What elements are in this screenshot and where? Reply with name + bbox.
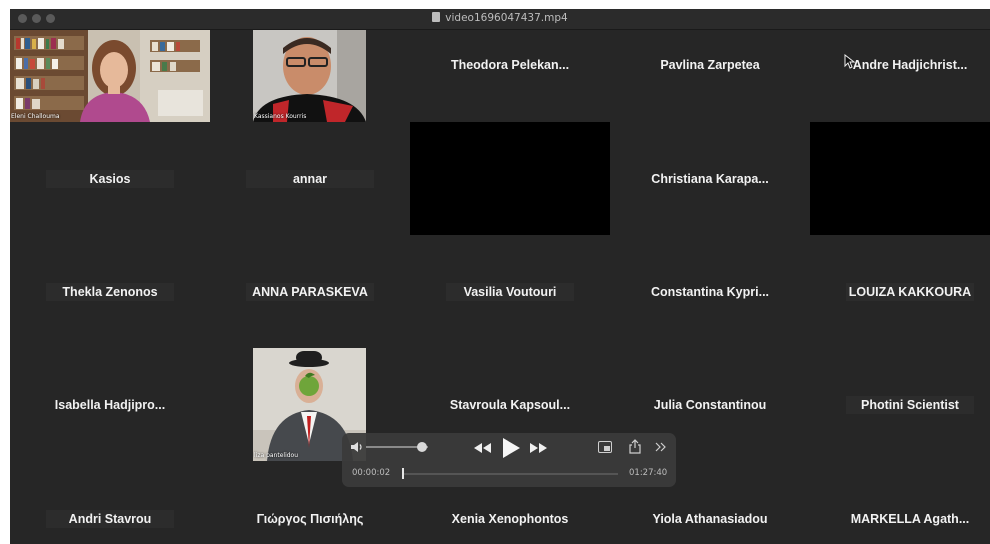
playback-controls: 00:00:02 01:27:40	[342, 433, 676, 487]
participant-video: Eleni Challouma	[10, 30, 210, 122]
participant-name: Thekla Zenonos	[62, 284, 158, 299]
participant-name: Andri Stavrou	[68, 512, 152, 526]
participant-name: Xenia Xenophontos	[451, 512, 569, 526]
participant-name: Vasilia Voutouri	[463, 284, 557, 299]
participant-name: LOUIZA KAKKOURA	[848, 284, 972, 299]
participant-tile: Photini Scientist	[810, 348, 990, 461]
participant-video-frame	[253, 30, 366, 122]
participant-tile-video-off	[810, 122, 990, 235]
participant-name: Stavroula Kapsoul...	[449, 397, 571, 412]
participant-name: Photini Scientist	[861, 397, 959, 412]
participant-name: Constantina Kypri...	[650, 284, 770, 299]
participant-video: Kassianos Kourris	[253, 30, 366, 122]
rewind-icon[interactable]	[474, 443, 492, 453]
participant-name: annar	[292, 171, 328, 186]
progress-playhead[interactable]	[402, 468, 405, 479]
participant-tile-video-off	[410, 122, 610, 235]
total-duration: 01:27:40	[629, 468, 668, 478]
participant-name: Christiana Karapa...	[651, 171, 769, 186]
participant-name: Isabella Hadjipro...	[54, 397, 166, 412]
fast-forward-icon[interactable]	[529, 443, 547, 453]
volume-slider-knob[interactable]	[416, 442, 427, 452]
participant-tile: Kasios	[10, 122, 210, 235]
participant-video-frame	[10, 30, 210, 122]
more-chevrons-icon[interactable]	[655, 442, 667, 452]
participant-tile: MARKELLA Agath...	[810, 461, 990, 544]
participant-name: Γιώργος Πισιήλης	[256, 512, 364, 526]
participant-tile: LOUIZA KAKKOURA	[810, 235, 990, 348]
participant-name: Yiola Athanasiadou	[652, 512, 768, 526]
participant-label: Eleni Challouma	[11, 113, 60, 120]
mouse-cursor-icon	[844, 54, 855, 69]
participant-name: ANNA PARASKEVA	[252, 284, 368, 299]
participant-label: Kassianos Kourris	[254, 113, 307, 120]
participant-tile: annar	[210, 122, 410, 235]
elapsed-time: 00:00:02	[352, 468, 391, 478]
participant-name: Theodora Pelekan...	[450, 58, 570, 72]
participant-tile: Christiana Karapa...	[610, 122, 810, 235]
participant-label: liza pantelidou	[254, 452, 299, 459]
participant-tile: Thekla Zenonos	[10, 235, 210, 348]
play-icon[interactable]	[501, 438, 521, 458]
picture-in-picture-icon[interactable]	[598, 441, 612, 453]
participant-name: Julia Constantinou	[653, 397, 767, 412]
volume-icon[interactable]	[350, 440, 364, 454]
window-title: video1696047437.mp4	[445, 12, 568, 24]
participant-tile: Andri Stavrou	[10, 461, 210, 544]
participant-name: Kasios	[89, 171, 131, 186]
participant-name: MARKELLA Agath...	[850, 512, 970, 526]
share-icon[interactable]	[629, 439, 641, 454]
participant-name: Andre Hadjichrist...	[852, 58, 968, 72]
participant-tile: Isabella Hadjipro...	[10, 348, 210, 461]
participant-tile: Constantina Kypri...	[610, 235, 810, 348]
file-icon	[432, 12, 441, 22]
title-bar: video1696047437.mp4	[10, 9, 990, 30]
progress-track[interactable]	[402, 473, 618, 475]
participant-tile: Vasilia Voutouri	[410, 235, 610, 348]
participant-name: Pavlina Zarpetea	[660, 58, 760, 72]
participant-tile: ANNA PARASKEVA	[210, 235, 410, 348]
